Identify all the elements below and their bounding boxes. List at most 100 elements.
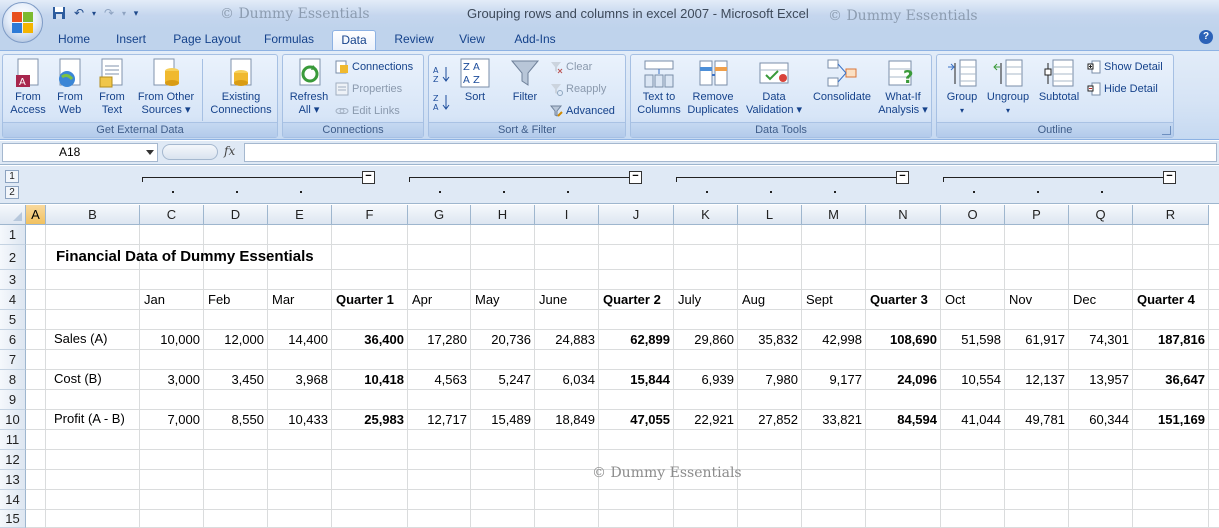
row-header-3[interactable]: 3: [0, 270, 26, 290]
row-header-14[interactable]: 14: [0, 490, 26, 510]
row-label-profit[interactable]: Profit (A - B): [50, 411, 129, 426]
profit-cell-r[interactable]: 151,169: [1133, 410, 1209, 430]
sales-cell-l[interactable]: 35,832: [738, 330, 802, 350]
from-web-button[interactable]: From Web: [49, 57, 91, 117]
redo-icon[interactable]: ↷: [100, 5, 118, 21]
headers-cell-h[interactable]: May: [471, 290, 535, 310]
column-header-i[interactable]: I: [535, 205, 599, 225]
profit-cell-i[interactable]: 18,849: [535, 410, 599, 430]
refresh-all-button[interactable]: Refresh All ▾: [285, 57, 333, 117]
cost-cell-d[interactable]: 3,450: [204, 370, 268, 390]
headers-cell-i[interactable]: June: [535, 290, 599, 310]
advanced-button[interactable]: Advanced: [549, 102, 615, 120]
column-header-b[interactable]: B: [46, 205, 140, 225]
column-header-r[interactable]: R: [1133, 205, 1209, 225]
clear-button[interactable]: Clear: [549, 58, 592, 76]
sales-cell-f[interactable]: 36,400: [332, 330, 408, 350]
headers-cell-d[interactable]: Feb: [204, 290, 268, 310]
save-icon[interactable]: [50, 5, 68, 21]
column-header-a[interactable]: A: [26, 205, 46, 225]
column-header-h[interactable]: H: [471, 205, 535, 225]
row-header-4[interactable]: 4: [0, 290, 26, 310]
sales-cell-g[interactable]: 17,280: [408, 330, 471, 350]
headers-cell-l[interactable]: Aug: [738, 290, 802, 310]
sales-cell-d[interactable]: 12,000: [204, 330, 268, 350]
collapse-quarter-2-button[interactable]: −: [629, 171, 642, 184]
sales-cell-n[interactable]: 108,690: [866, 330, 941, 350]
what-if-analysis-button[interactable]: ? What-If Analysis ▾: [877, 57, 929, 117]
column-header-q[interactable]: Q: [1069, 205, 1133, 225]
cost-cell-f[interactable]: 10,418: [332, 370, 408, 390]
tab-home[interactable]: Home: [50, 30, 98, 50]
name-box[interactable]: A18: [2, 143, 158, 162]
column-header-g[interactable]: G: [408, 205, 471, 225]
name-box-dropdown-icon[interactable]: [146, 150, 154, 155]
column-header-e[interactable]: E: [268, 205, 332, 225]
profit-cell-q[interactable]: 60,344: [1069, 410, 1133, 430]
column-header-c[interactable]: C: [140, 205, 204, 225]
profit-cell-d[interactable]: 8,550: [204, 410, 268, 430]
sort-ascending-button[interactable]: AZ: [432, 65, 452, 84]
column-header-j[interactable]: J: [599, 205, 674, 225]
collapse-quarter-1-button[interactable]: −: [362, 171, 375, 184]
cost-cell-o[interactable]: 10,554: [941, 370, 1005, 390]
insert-function-icon[interactable]: fx: [224, 144, 235, 158]
headers-cell-p[interactable]: Nov: [1005, 290, 1069, 310]
column-header-n[interactable]: N: [866, 205, 941, 225]
column-header-f[interactable]: F: [332, 205, 408, 225]
cost-cell-n[interactable]: 24,096: [866, 370, 941, 390]
headers-cell-g[interactable]: Apr: [408, 290, 471, 310]
undo-dropdown-icon[interactable]: ▾: [90, 5, 98, 21]
headers-cell-j[interactable]: Quarter 2: [599, 290, 674, 310]
outline-dialog-launcher-icon[interactable]: [1162, 126, 1171, 135]
profit-cell-p[interactable]: 49,781: [1005, 410, 1069, 430]
cost-cell-m[interactable]: 9,177: [802, 370, 866, 390]
sales-cell-m[interactable]: 42,998: [802, 330, 866, 350]
headers-cell-m[interactable]: Sept: [802, 290, 866, 310]
profit-cell-c[interactable]: 7,000: [140, 410, 204, 430]
outline-level-2-button[interactable]: 2: [5, 186, 19, 199]
row-label-sales[interactable]: Sales (A): [50, 331, 111, 346]
row-header-12[interactable]: 12: [0, 450, 26, 470]
column-header-p[interactable]: P: [1005, 205, 1069, 225]
sales-cell-p[interactable]: 61,917: [1005, 330, 1069, 350]
headers-cell-o[interactable]: Oct: [941, 290, 1005, 310]
filter-button[interactable]: Filter: [505, 57, 545, 104]
profit-cell-j[interactable]: 47,055: [599, 410, 674, 430]
reapply-button[interactable]: Reapply: [549, 80, 606, 98]
row-header-13[interactable]: 13: [0, 470, 26, 490]
edit-links-button[interactable]: Edit Links: [335, 102, 400, 120]
select-all-corner[interactable]: [0, 205, 26, 225]
profit-cell-k[interactable]: 22,921: [674, 410, 738, 430]
headers-cell-e[interactable]: Mar: [268, 290, 332, 310]
group-button[interactable]: Group ▾: [939, 57, 985, 117]
row-header-10[interactable]: 10: [0, 410, 26, 430]
cost-cell-h[interactable]: 5,247: [471, 370, 535, 390]
row-header-5[interactable]: 5: [0, 310, 26, 330]
office-button[interactable]: [2, 2, 43, 43]
tab-view[interactable]: View: [450, 30, 494, 50]
help-icon[interactable]: ?: [1199, 30, 1213, 44]
sheet-title[interactable]: Financial Data of Dummy Essentials: [52, 248, 318, 265]
column-header-o[interactable]: O: [941, 205, 1005, 225]
connections-button[interactable]: Connections: [335, 58, 413, 76]
profit-cell-m[interactable]: 33,821: [802, 410, 866, 430]
show-detail-button[interactable]: Show Detail: [1087, 58, 1163, 76]
from-access-button[interactable]: A From Access: [5, 57, 51, 117]
row-header-9[interactable]: 9: [0, 390, 26, 410]
row-header-15[interactable]: 15: [0, 510, 26, 528]
sort-button[interactable]: Z AA Z Sort: [457, 57, 493, 104]
profit-cell-e[interactable]: 10,433: [268, 410, 332, 430]
from-text-button[interactable]: From Text: [91, 57, 133, 117]
row-label-cost[interactable]: Cost (B): [50, 371, 106, 386]
row-header-2[interactable]: 2: [0, 245, 26, 270]
from-other-sources-button[interactable]: From Other Sources ▾: [133, 57, 199, 117]
formula-input[interactable]: [244, 143, 1217, 162]
sales-cell-k[interactable]: 29,860: [674, 330, 738, 350]
cost-cell-r[interactable]: 36,647: [1133, 370, 1209, 390]
profit-cell-g[interactable]: 12,717: [408, 410, 471, 430]
tab-data[interactable]: Data: [332, 30, 376, 50]
sales-cell-i[interactable]: 24,883: [535, 330, 599, 350]
tab-insert[interactable]: Insert: [107, 30, 155, 50]
properties-button[interactable]: Properties: [335, 80, 402, 98]
